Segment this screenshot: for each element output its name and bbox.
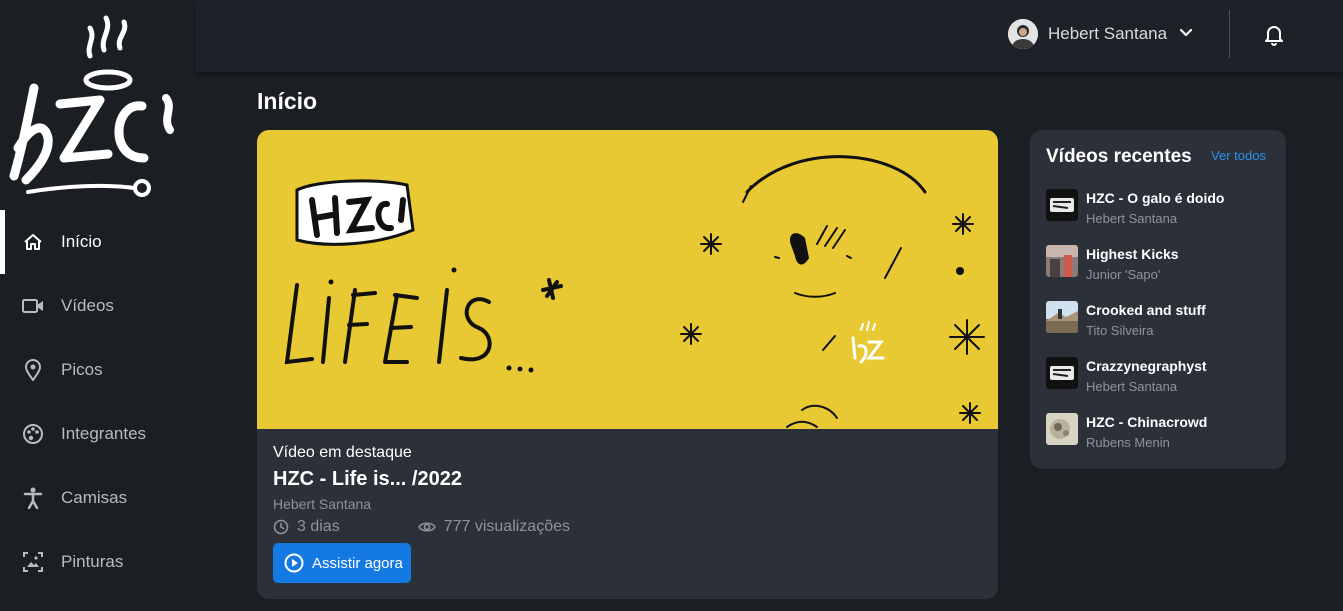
sidebar-item-label: Integrantes — [61, 424, 147, 443]
sidebar-item-label: Picos — [61, 360, 103, 379]
video-thumbnail — [1046, 301, 1078, 333]
recent-video-title: Crooked and stuff — [1086, 302, 1206, 318]
sidebar-item-pinturas[interactable]: Pinturas — [0, 530, 196, 594]
recent-video-item[interactable]: Highest Kicks Junior 'Sapo' — [1046, 245, 1276, 301]
user-menu[interactable]: Hebert Santana — [1008, 18, 1193, 50]
recent-video-item[interactable]: HZC - Chinacrowd Rubens Menin — [1046, 413, 1276, 469]
sidebar-item-label: Camisas — [61, 488, 128, 507]
see-all-link[interactable]: Ver todos — [1211, 148, 1266, 163]
user-name: Hebert Santana — [1048, 24, 1168, 43]
featured-label: Vídeo em destaque — [273, 444, 412, 461]
age-text: 3 dias — [297, 518, 340, 535]
recent-video-item[interactable]: Crooked and stuff Tito Silveira — [1046, 301, 1276, 357]
header-divider — [1229, 10, 1230, 58]
recent-videos-list: HZC - O galo é doido Hebert Santana High… — [1046, 189, 1276, 469]
recent-videos-panel: Vídeos recentes Ver todos HZC - O galo é… — [1030, 130, 1286, 469]
video-camera-icon — [22, 295, 44, 317]
video-views: 777 visualizações — [417, 518, 570, 536]
featured-video-card: Vídeo em destaque HZC - Life is... /2022… — [257, 130, 998, 599]
featured-title[interactable]: HZC - Life is... /2022 — [273, 468, 570, 491]
play-circle-icon — [284, 553, 304, 573]
video-age: 3 dias — [273, 518, 340, 536]
sidebar-item-picos[interactable]: Picos — [0, 338, 196, 402]
recent-video-author: Hebert Santana — [1086, 211, 1178, 226]
image-frame-icon — [22, 551, 44, 573]
chevron-down-icon[interactable] — [1179, 25, 1193, 43]
avatar — [1008, 19, 1038, 49]
map-pin-icon — [22, 359, 44, 381]
palette-icon — [22, 423, 44, 445]
featured-meta: 3 dias 777 visualizações — [273, 518, 570, 536]
recent-video-title: Crazzynegraphyst — [1086, 358, 1207, 374]
video-thumbnail — [1046, 245, 1078, 277]
watch-now-label: Assistir agora — [312, 554, 403, 572]
featured-info: Vídeo em destaque HZC - Life is... /2022… — [273, 444, 570, 536]
recent-video-item[interactable]: HZC - O galo é doido Hebert Santana — [1046, 189, 1276, 245]
hzc-logo[interactable] — [4, 8, 190, 198]
sidebar-item-label: Pinturas — [61, 552, 124, 571]
bell-icon[interactable] — [1262, 22, 1286, 46]
person-icon — [22, 487, 44, 509]
sidebar-item-camisas[interactable]: Camisas — [0, 466, 196, 530]
sidebar-item-inicio[interactable]: Início — [0, 210, 196, 274]
home-icon — [22, 231, 44, 253]
video-thumbnail — [1046, 357, 1078, 389]
recent-video-title: Highest Kicks — [1086, 246, 1179, 262]
clock-icon — [273, 519, 289, 535]
featured-author: Hebert Santana — [273, 496, 372, 512]
sidebar-item-integrantes[interactable]: Integrantes — [0, 402, 196, 466]
video-thumbnail — [1046, 189, 1078, 221]
sidebar-item-label: Início — [61, 232, 102, 251]
top-bar: Hebert Santana — [196, 0, 1343, 72]
featured-video-thumbnail[interactable] — [257, 130, 998, 429]
sidebar-item-videos[interactable]: Vídeos — [0, 274, 196, 338]
recent-video-author: Tito Silveira — [1086, 323, 1154, 338]
sidebar: Início Vídeos Picos Integrantes Camisas — [0, 0, 196, 611]
eye-icon — [417, 522, 436, 532]
page-title: Início — [257, 88, 318, 114]
recent-video-author: Rubens Menin — [1086, 435, 1170, 450]
recent-video-author: Junior 'Sapo' — [1086, 267, 1161, 282]
views-text: 777 visualizações — [443, 518, 570, 535]
video-thumbnail — [1046, 413, 1078, 445]
recent-video-title: HZC - O galo é doido — [1086, 190, 1225, 206]
recent-video-author: Hebert Santana — [1086, 379, 1178, 394]
watch-now-button[interactable]: Assistir agora — [273, 543, 411, 583]
sidebar-item-label: Vídeos — [61, 296, 114, 315]
recent-video-title: HZC - Chinacrowd — [1086, 414, 1208, 430]
recent-video-item[interactable]: Crazzynegraphyst Hebert Santana — [1046, 357, 1276, 413]
recent-videos-title: Vídeos recentes — [1046, 146, 1192, 167]
sidebar-nav: Início Vídeos Picos Integrantes Camisas — [0, 210, 196, 594]
